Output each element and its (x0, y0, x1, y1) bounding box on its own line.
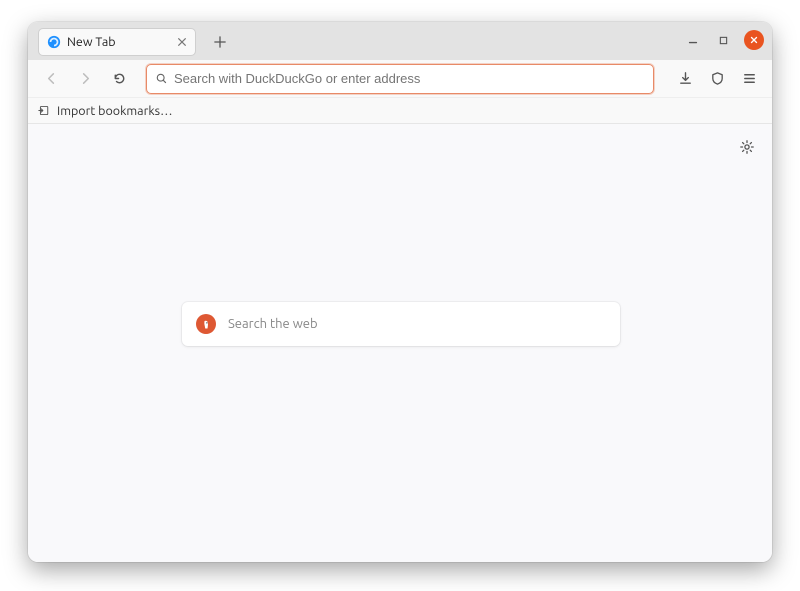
shield-icon[interactable] (704, 66, 730, 92)
address-input[interactable] (174, 71, 645, 86)
firefox-favicon-icon (47, 35, 61, 49)
duckduckgo-icon (196, 314, 216, 334)
navigation-toolbar (28, 60, 772, 98)
new-tab-button[interactable] (206, 28, 234, 56)
app-menu-button[interactable] (736, 66, 762, 92)
tab-active[interactable]: New Tab (38, 28, 196, 56)
window-close-button[interactable] (744, 30, 764, 50)
bookmarks-toolbar: Import bookmarks… (28, 98, 772, 124)
browser-window: New Tab (28, 22, 772, 562)
tab-title: New Tab (67, 35, 169, 49)
window-minimize-button[interactable] (684, 31, 702, 49)
downloads-button[interactable] (672, 66, 698, 92)
customize-newtab-button[interactable] (736, 136, 758, 158)
import-bookmarks-button[interactable]: Import bookmarks… (57, 104, 173, 118)
search-icon (155, 72, 168, 85)
window-controls (684, 30, 764, 50)
back-button[interactable] (38, 66, 64, 92)
reload-button[interactable] (106, 66, 132, 92)
newtab-search-box[interactable]: Search the web (182, 302, 620, 346)
tab-strip: New Tab (28, 22, 772, 60)
page-content: Search the web (28, 124, 772, 562)
forward-button[interactable] (72, 66, 98, 92)
window-maximize-button[interactable] (714, 31, 732, 49)
tab-close-button[interactable] (175, 35, 189, 49)
newtab-search-placeholder: Search the web (228, 317, 318, 331)
address-bar[interactable] (146, 64, 654, 94)
import-bookmarks-icon (38, 104, 51, 117)
